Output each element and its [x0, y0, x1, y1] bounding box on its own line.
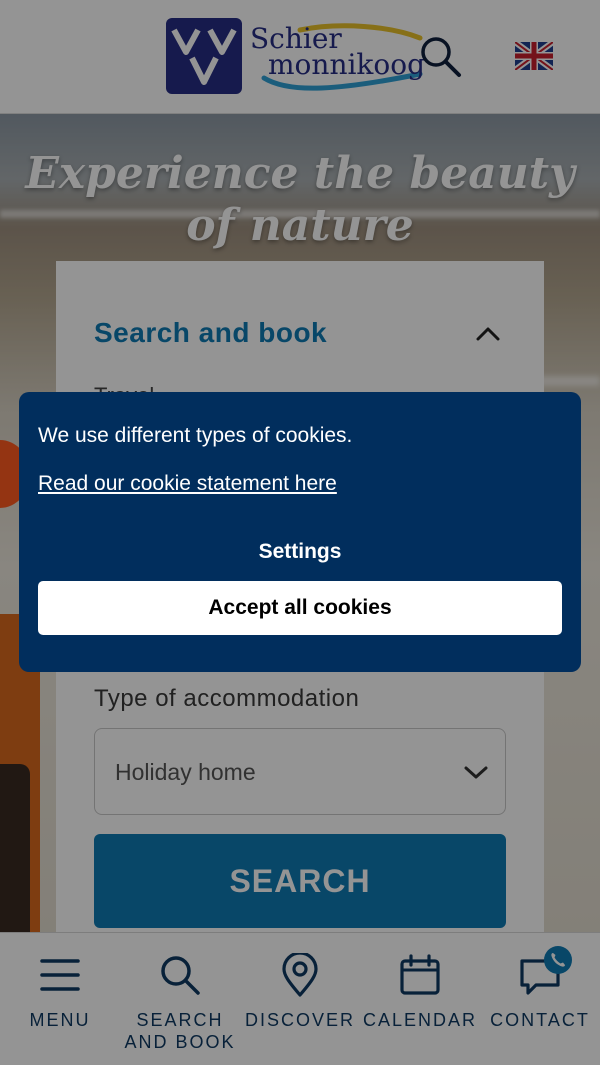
- cookie-banner: We use different types of cookies. Read …: [19, 392, 581, 672]
- cookie-settings-button[interactable]: Settings: [19, 540, 581, 564]
- cookie-message: We use different types of cookies.: [38, 424, 353, 447]
- accept-all-cookies-button[interactable]: Accept all cookies: [38, 581, 562, 635]
- cookie-statement-link[interactable]: Read our cookie statement here: [38, 472, 337, 496]
